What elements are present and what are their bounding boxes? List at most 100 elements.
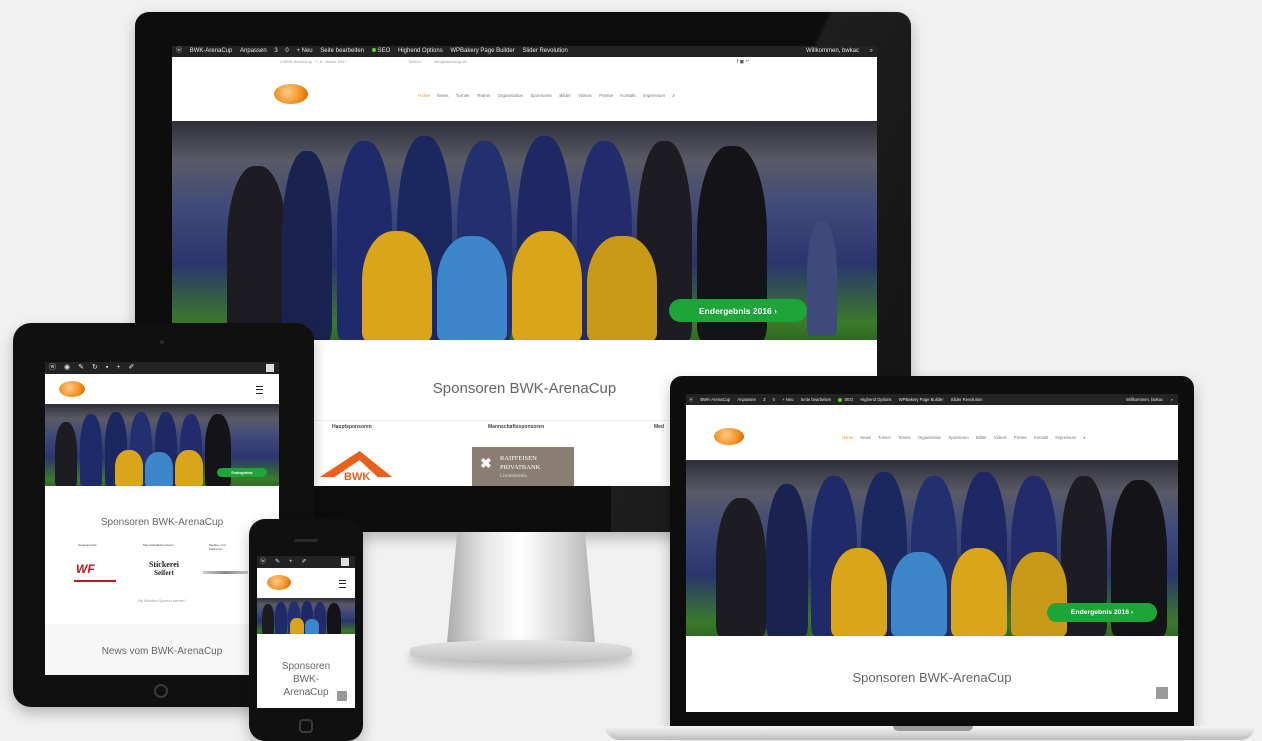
cta-button[interactable]: Endergebnis 2016 ›: [1047, 603, 1157, 622]
wf-logo-text: WF: [76, 562, 95, 576]
nav-bilder[interactable]: Bilder: [976, 435, 987, 440]
comments-icon[interactable]: ▪: [106, 362, 110, 374]
nav-presse[interactable]: Presse: [1014, 435, 1027, 440]
nav-organisation[interactable]: Organisation: [498, 93, 524, 98]
admin-item-seo[interactable]: SEO: [371, 46, 391, 57]
dashboard-icon[interactable]: ◉: [64, 362, 72, 374]
hamburger-menu-icon[interactable]: [339, 580, 346, 588]
admin-item-comments[interactable]: 0: [285, 46, 288, 57]
raiffeisen-name: RAIFFEISEN: [500, 455, 537, 462]
nav-organisation[interactable]: Organisation: [918, 435, 942, 440]
tablet-hero[interactable]: Endergebnis: [45, 404, 279, 486]
nav-news[interactable]: News: [437, 93, 448, 98]
sponsor-col-main: Hauptsponsor: [78, 543, 97, 547]
laptop-hero[interactable]: Endergebnis 2016 ›: [686, 460, 1178, 636]
admin-item-updates[interactable]: 3: [763, 394, 765, 405]
nav-sponsoren[interactable]: Sponsoren: [530, 93, 552, 98]
add-icon[interactable]: +: [116, 362, 122, 374]
site-logo[interactable]: [714, 428, 744, 445]
admin-item-edit-page[interactable]: Seite bearbeiten: [320, 46, 364, 57]
avatar[interactable]: [341, 558, 349, 566]
bwk-logo-text: BWK: [344, 471, 371, 483]
nav-presse[interactable]: Presse: [599, 93, 613, 98]
admin-item-slider[interactable]: Slider Revolution: [951, 394, 983, 405]
nav-teams[interactable]: Teams: [898, 435, 910, 440]
admin-greeting[interactable]: Willkommen, bwkac: [806, 46, 859, 57]
social-icons[interactable]: f ◼ ⁸⁺: [737, 57, 750, 67]
nav-videos[interactable]: Videos: [994, 435, 1007, 440]
admin-item-seo[interactable]: SEO: [838, 394, 853, 405]
status-dot-icon: [371, 48, 376, 53]
hero-slider[interactable]: Endergebnis 2016 ›: [172, 121, 877, 340]
avatar[interactable]: [266, 364, 274, 372]
search-icon[interactable]: ⌕: [672, 93, 675, 98]
admin-item-edit-page[interactable]: Seite bearbeiten: [801, 394, 832, 405]
raiffeisen-logo[interactable]: ✖ RAIFFEISEN PRIVATBANK Liechtenstein: [472, 447, 574, 486]
search-icon[interactable]: ⌕: [870, 46, 873, 57]
search-icon[interactable]: ⌕: [1171, 394, 1173, 405]
nav-impressum[interactable]: Impressum: [643, 93, 665, 98]
admin-item-site[interactable]: BWK-ArenaCup: [700, 394, 730, 405]
admin-item-options[interactable]: Highend Options: [860, 394, 891, 405]
admin-item-composer[interactable]: WPBakery Page Builder: [899, 394, 944, 405]
admin-item-options[interactable]: Highend Options: [398, 46, 443, 57]
phone-hero[interactable]: [257, 598, 355, 634]
site-logo[interactable]: [274, 84, 308, 104]
admin-item-comments[interactable]: 0: [773, 394, 775, 405]
wordpress-icon[interactable]: ⓦ: [49, 362, 58, 374]
phone-speaker: [294, 539, 318, 542]
topinfo-email[interactable]: info@arenacup.de: [434, 57, 467, 67]
seo-label: SEO: [377, 48, 391, 54]
stickerei-logo[interactable]: Stickerei Seifert: [138, 560, 190, 577]
scroll-top-button[interactable]: [1156, 687, 1168, 699]
wordpress-icon[interactable]: ⓦ: [176, 46, 182, 57]
nav-sponsoren[interactable]: Sponsoren: [949, 435, 969, 440]
nav-bilder[interactable]: Bilder: [559, 93, 571, 98]
stickerei-line2: Seifert: [154, 569, 174, 577]
nav-home[interactable]: Home: [842, 435, 853, 440]
site-logo[interactable]: [59, 381, 85, 397]
seo-label: SEO: [844, 397, 854, 402]
sponsors-title-line2: BWK-: [292, 674, 320, 685]
admin-item-new[interactable]: + Neu: [296, 46, 312, 57]
media-logo[interactable]: [203, 571, 248, 574]
nav-news[interactable]: News: [860, 435, 870, 440]
wordpress-icon[interactable]: ⓦ: [260, 556, 269, 568]
scroll-top-button[interactable]: [337, 691, 347, 701]
admin-item-new[interactable]: + Neu: [782, 394, 793, 405]
edit-icon[interactable]: ✎: [78, 362, 86, 374]
edit-icon[interactable]: ✎: [275, 556, 283, 568]
add-icon[interactable]: +: [289, 556, 296, 568]
main-nav: Home News Turnier Teams Organisation Spo…: [418, 93, 681, 98]
nav-impressum[interactable]: Impressum: [1055, 435, 1076, 440]
admin-greeting[interactable]: Willkommen, bwkac: [1126, 394, 1163, 405]
cta-button[interactable]: Endergebnis: [217, 468, 267, 477]
nav-videos[interactable]: Videos: [578, 93, 592, 98]
admin-item-composer[interactable]: WPBakery Page Builder: [450, 46, 514, 57]
nav-turnier[interactable]: Turnier: [456, 93, 470, 98]
nav-kontakt[interactable]: Kontakt: [1034, 435, 1048, 440]
edit-page-icon[interactable]: ✐: [302, 556, 310, 568]
status-dot-icon: [838, 397, 843, 402]
nav-kontakt[interactable]: Kontakt: [620, 93, 635, 98]
cta-button[interactable]: Endergebnis 2016 ›: [669, 299, 807, 322]
wordpress-icon[interactable]: ⓦ: [689, 394, 693, 405]
admin-item-site[interactable]: BWK-ArenaCup: [190, 46, 233, 57]
laptop-screen: ⓦ BWK-ArenaCup Anpassen 3 0 + Neu Seite …: [686, 394, 1178, 712]
site-logo[interactable]: [267, 575, 291, 590]
stickerei-line1: Stickerei: [148, 560, 180, 569]
updates-icon[interactable]: ↻: [92, 362, 100, 374]
nav-turnier[interactable]: Turnier: [878, 435, 891, 440]
search-icon[interactable]: ⌕: [1083, 435, 1085, 440]
bwk-logo[interactable]: BWK: [320, 451, 392, 486]
hamburger-menu-icon[interactable]: [256, 386, 263, 394]
nav-home[interactable]: Home: [418, 93, 430, 98]
nav-teams[interactable]: Teams: [477, 93, 490, 98]
edit-page-icon[interactable]: ✐: [128, 362, 136, 374]
wf-logo[interactable]: WF: [74, 560, 116, 582]
admin-item-slider[interactable]: Slider Revolution: [522, 46, 567, 57]
admin-item-updates[interactable]: 3: [274, 46, 277, 57]
sponsor-cta-text[interactable]: Sie Möchtest Sponsor werden?: [45, 599, 279, 603]
admin-item-customize[interactable]: Anpassen: [240, 46, 267, 57]
admin-item-customize[interactable]: Anpassen: [737, 394, 756, 405]
